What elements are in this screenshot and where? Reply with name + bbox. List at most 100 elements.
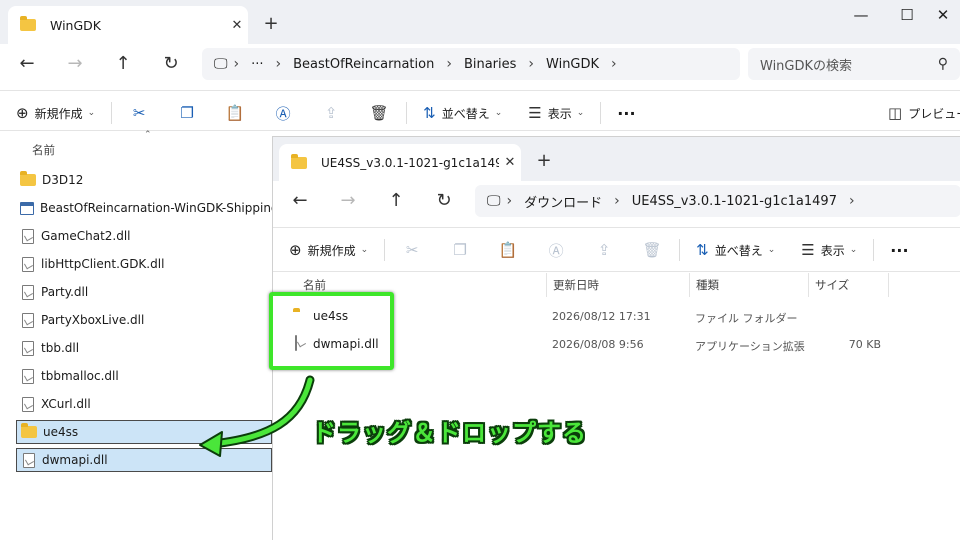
item-name: libHttpClient.GDK.dll (41, 257, 165, 271)
list-item[interactable]: D3D12 (16, 166, 272, 194)
search-box[interactable]: WinGDKの検索 ⚲ (748, 48, 960, 80)
tab-ue4ss[interactable]: UE4SS_v3.0.1-1021-g1c1a1497 ✕ (279, 144, 521, 181)
divider (273, 271, 960, 272)
divider (0, 90, 960, 91)
chevron-right-icon: › (614, 193, 620, 209)
window-close-button[interactable]: ✕ (920, 0, 960, 30)
forward-button[interactable]: → (333, 186, 363, 216)
back-button[interactable]: ← (285, 186, 315, 216)
divider (406, 102, 408, 124)
breadcrumb-item[interactable]: BeastOfReincarnation (287, 57, 440, 72)
tab-label: UE4SS_v3.0.1-1021-g1c1a1497 (321, 155, 499, 170)
dll-file-icon (22, 396, 34, 412)
breadcrumb-item[interactable]: UE4SS_v3.0.1-1021-g1c1a1497 (626, 194, 843, 209)
chevron-down-icon: ⌄ (849, 245, 858, 255)
highlight-box (269, 292, 394, 370)
sort-button[interactable]: ⇅ 並べ替え ⌄ (423, 104, 502, 122)
back-button[interactable]: ← (12, 49, 42, 79)
column-header-type[interactable]: 種類 (690, 273, 809, 297)
rename-icon[interactable]: Ⓐ (545, 240, 567, 261)
preview-button-label: プレビュー (908, 106, 960, 121)
rename-icon[interactable]: Ⓐ (272, 103, 294, 124)
dll-file-icon (23, 452, 35, 468)
list-item[interactable]: tbb.dll (16, 334, 272, 362)
dll-file-icon (22, 284, 34, 300)
new-button-label: 新規作成 (34, 106, 83, 121)
chevron-right-icon: › (506, 193, 513, 209)
breadcrumb-item[interactable]: Binaries (458, 57, 522, 72)
address-bar[interactable]: 🖵 › ダウンロード › UE4SS_v3.0.1-1021-g1c1a1497… (475, 185, 960, 217)
view-button[interactable]: ☰ 表示 ⌄ (801, 241, 857, 259)
dll-file-icon (22, 368, 34, 384)
cut-icon[interactable]: ✂ (401, 241, 423, 259)
sort-button[interactable]: ⇅ 並べ替え ⌄ (696, 241, 775, 259)
close-tab-icon[interactable]: ✕ (226, 18, 248, 33)
row-size: 70 KB (848, 338, 881, 351)
refresh-button[interactable]: ↻ (429, 186, 459, 216)
list-item[interactable]: PartyXboxLive.dll (16, 306, 272, 334)
preview-button[interactable]: ◫ プレビュー (888, 104, 960, 122)
minimize-button[interactable]: — (838, 0, 884, 30)
column-header-name[interactable]: 名前 (32, 142, 55, 158)
share-icon[interactable]: ⇪ (320, 104, 342, 122)
sort-button-label: 並べ替え (441, 106, 490, 121)
list-item[interactable]: BeastOfReincarnation-WinGDK-Shipping... (16, 194, 290, 222)
address-bar[interactable]: 🖵 › ··· › BeastOfReincarnation › Binarie… (202, 48, 740, 80)
chevron-right-icon: › (528, 56, 535, 72)
item-name: GameChat2.dll (41, 229, 131, 243)
divider (384, 239, 386, 261)
item-name: Party.dll (41, 285, 89, 299)
view-list-icon: ☰ (528, 104, 542, 122)
new-button[interactable]: ⊕ 新規作成 ⌄ (289, 241, 368, 259)
item-name: tbbmalloc.dll (41, 369, 119, 383)
paste-icon[interactable]: 📋 (497, 241, 519, 259)
list-item[interactable]: libHttpClient.GDK.dll (16, 250, 272, 278)
divider (111, 102, 113, 124)
new-tab-button[interactable]: + (258, 12, 284, 36)
breadcrumb-item[interactable]: WinGDK (540, 57, 605, 72)
view-button-label: 表示 (547, 106, 572, 121)
up-button[interactable]: ↑ (381, 186, 411, 216)
refresh-button[interactable]: ↻ (156, 49, 186, 79)
new-tab-button[interactable]: + (531, 149, 557, 173)
dll-file-icon (22, 228, 34, 244)
tab-wingdk[interactable]: WinGDK ✕ (8, 6, 248, 44)
column-header-size[interactable]: サイズ (809, 273, 889, 297)
plus-circle-icon: ⊕ (289, 241, 302, 259)
list-item[interactable]: GameChat2.dll (16, 222, 272, 250)
new-button[interactable]: ⊕ 新規作成 ⌄ (16, 104, 95, 122)
tab-label: WinGDK (50, 17, 101, 33)
new-button-label: 新規作成 (307, 243, 356, 258)
annotation-text: ドラッグ＆ドロップする (312, 419, 587, 447)
drag-arrow-icon (199, 375, 315, 457)
copy-icon[interactable]: ❐ (176, 104, 198, 122)
sort-arrow-icon: ⌃ (144, 130, 152, 140)
chevron-down-icon: ⌄ (494, 108, 503, 118)
divider (873, 239, 875, 261)
cut-icon[interactable]: ✂ (128, 104, 150, 122)
breadcrumb-ellipsis[interactable]: ··· (245, 57, 269, 72)
row-type: アプリケーション拡張 (695, 340, 805, 353)
divider (273, 227, 960, 228)
view-button[interactable]: ☰ 表示 ⌄ (528, 104, 584, 122)
delete-icon[interactable]: 🗑 (368, 104, 390, 122)
dll-file-icon (22, 340, 34, 356)
delete-icon[interactable]: 🗑 (641, 241, 663, 259)
up-button[interactable]: ↑ (108, 49, 138, 79)
item-name: dwmapi.dll (42, 453, 108, 467)
forward-button[interactable]: → (60, 49, 90, 79)
view-list-icon: ☰ (801, 241, 815, 259)
divider (600, 102, 602, 124)
sort-button-label: 並べ替え (714, 243, 763, 258)
chevron-down-icon: ⌄ (767, 245, 776, 255)
item-name: ue4ss (43, 425, 79, 439)
share-icon[interactable]: ⇪ (593, 241, 615, 259)
close-tab-icon[interactable]: ✕ (499, 155, 521, 170)
list-item[interactable]: Party.dll (16, 278, 272, 306)
more-options-button[interactable]: ··· (617, 104, 635, 123)
paste-icon[interactable]: 📋 (224, 104, 246, 122)
more-options-button[interactable]: ··· (890, 241, 908, 260)
breadcrumb-item[interactable]: ダウンロード (518, 192, 608, 211)
column-header-modified[interactable]: 更新日時 (547, 273, 690, 297)
copy-icon[interactable]: ❐ (449, 241, 471, 259)
